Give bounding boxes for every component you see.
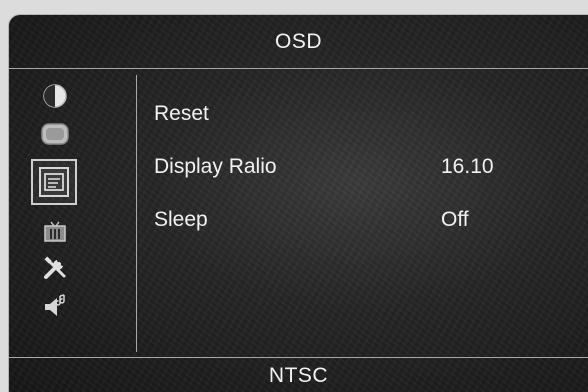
audio-icon[interactable] [37,291,73,321]
display-icon[interactable] [31,159,77,205]
color-icon[interactable] [37,119,73,149]
header-divider [9,68,588,69]
tools-icon[interactable] [37,253,73,283]
input-source-icon[interactable] [37,217,73,247]
menu-item-value: 16.10 [441,155,494,178]
menu-item-label: Reset [154,102,209,125]
menu-item-label: Display Ralio [154,155,277,178]
screenshot-frame: OSD Reset Display Ralio 16.10 Sleep Off … [0,0,588,392]
menu-item-display-ratio[interactable]: Display Ralio 16.10 [154,152,574,182]
menu-title: OSD [274,29,322,53]
osd-menu-panel: OSD Reset Display Ralio 16.10 Sleep Off … [8,14,588,392]
signal-status: NTSC [268,363,329,387]
menu-item-value: Off [441,208,469,231]
menu-item-sleep[interactable]: Sleep Off [154,205,574,235]
menu-item-label: Sleep [154,208,208,231]
panel-texture [9,15,588,392]
menu-item-reset[interactable]: Reset [154,99,574,129]
contrast-icon[interactable] [37,81,73,111]
sidebar-divider [136,75,137,352]
